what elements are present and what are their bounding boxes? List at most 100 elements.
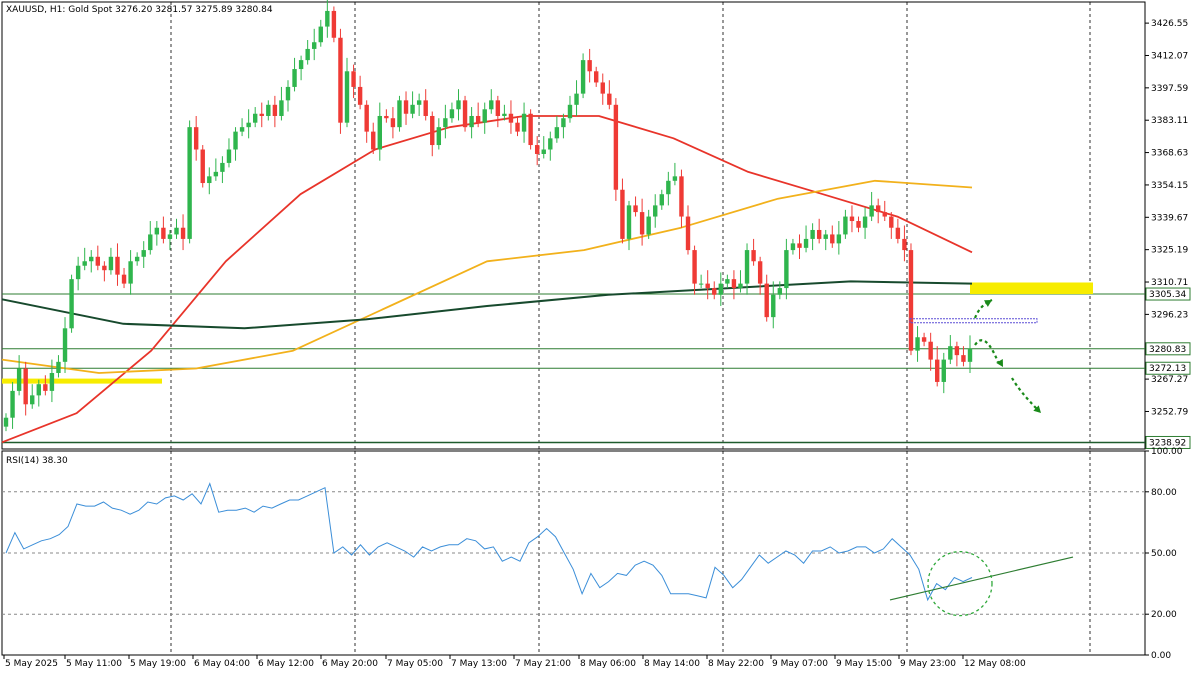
price-tick-label: 3397.59 bbox=[1151, 84, 1188, 94]
candle-body bbox=[371, 131, 376, 150]
candle-body bbox=[338, 37, 343, 123]
candle-body bbox=[816, 229, 822, 239]
candle-body bbox=[646, 216, 651, 235]
candle-body bbox=[167, 234, 173, 239]
candle-body bbox=[600, 82, 605, 94]
candle-body bbox=[193, 127, 199, 150]
candle-body bbox=[554, 127, 560, 139]
candle-body bbox=[69, 279, 74, 329]
candle-body bbox=[626, 205, 632, 239]
candle-body bbox=[843, 216, 848, 235]
candle-body bbox=[475, 115, 481, 123]
candle-body bbox=[561, 118, 566, 128]
candle-body bbox=[449, 109, 455, 119]
price-tick-label: 3368.63 bbox=[1151, 149, 1188, 159]
candle-body bbox=[738, 283, 743, 289]
price-chart[interactable]: XAUUSD, H1: Gold Spot 3276.20 3281.57 32… bbox=[0, 0, 1200, 675]
rsi-trendline bbox=[889, 556, 1074, 601]
candle-body bbox=[397, 100, 402, 128]
candle-body bbox=[548, 138, 553, 150]
rsi-indicator: 100.00 80.00 50.00 20.00 0.00 bbox=[2, 447, 1183, 661]
candle-body bbox=[82, 261, 87, 266]
candle-body bbox=[653, 205, 658, 217]
candle-body bbox=[102, 265, 107, 271]
candle-body bbox=[312, 42, 317, 49]
candle-body bbox=[30, 395, 35, 405]
candle-body bbox=[515, 122, 520, 132]
candle-body bbox=[298, 60, 304, 70]
candle-body bbox=[423, 100, 428, 116]
candle-body bbox=[744, 250, 750, 284]
candle-body bbox=[895, 227, 901, 239]
candle-body bbox=[154, 227, 160, 235]
candle-body bbox=[594, 71, 599, 83]
moving-averages bbox=[1, 115, 973, 444]
price-tick-label: 3339.67 bbox=[1151, 213, 1188, 223]
candle-body bbox=[364, 104, 369, 132]
candle-body bbox=[259, 113, 264, 116]
candle-body bbox=[731, 279, 737, 289]
candle-body bbox=[489, 100, 494, 110]
rsi-tick-label: 20.00 bbox=[1151, 610, 1177, 620]
price-axis: 3426.55 3412.07 3397.59 3383.11 3368.63 3354.… bbox=[1145, 19, 1188, 450]
candle-body bbox=[357, 86, 363, 105]
candle-body bbox=[692, 250, 697, 284]
candle-body bbox=[921, 337, 927, 342]
price-tick-label: 3383.11 bbox=[1151, 116, 1188, 126]
candle-body bbox=[233, 131, 238, 150]
candle-body bbox=[443, 118, 448, 128]
candle-body bbox=[685, 216, 691, 251]
candle-body bbox=[95, 256, 101, 266]
candle-body bbox=[200, 149, 205, 184]
price-tick-label: 3426.55 bbox=[1151, 19, 1188, 29]
candle-body bbox=[56, 361, 61, 374]
candle-body bbox=[331, 10, 337, 38]
candle-body bbox=[180, 227, 186, 239]
candle-body bbox=[36, 384, 41, 396]
candle-body bbox=[521, 113, 527, 132]
candle-body bbox=[279, 100, 284, 116]
candle-body bbox=[823, 234, 828, 239]
candle-body bbox=[495, 100, 501, 116]
time-tick-label: 9 May 23:00 bbox=[900, 659, 956, 669]
price-tick-label: 3325.19 bbox=[1151, 246, 1188, 256]
candle-body bbox=[902, 238, 907, 251]
candle-body bbox=[889, 216, 894, 228]
candle-body bbox=[948, 346, 953, 360]
price-level-lines bbox=[2, 293, 1145, 444]
candle-body bbox=[875, 205, 881, 213]
candle-body bbox=[305, 48, 310, 61]
candle-body bbox=[620, 189, 625, 239]
candle-body bbox=[574, 93, 579, 105]
candle-body bbox=[803, 238, 809, 248]
time-tick-label: 8 May 22:00 bbox=[708, 659, 764, 669]
candle-body bbox=[639, 212, 645, 235]
candle-body bbox=[174, 227, 179, 235]
candle-body bbox=[23, 368, 28, 405]
time-tick-label: 5 May 2025 bbox=[5, 659, 58, 669]
candle-body bbox=[659, 194, 664, 206]
candle-body bbox=[935, 359, 940, 382]
candle-body bbox=[856, 221, 861, 228]
candle-body bbox=[587, 60, 592, 72]
candle-body bbox=[344, 71, 350, 123]
candle-body bbox=[220, 162, 225, 172]
forecast-arrow-head bbox=[996, 359, 1003, 367]
time-tick-label: 9 May 07:00 bbox=[772, 659, 828, 669]
candle-body bbox=[508, 113, 514, 123]
candle-body bbox=[252, 113, 258, 123]
chart-header: XAUUSD, H1: Gold Spot 3276.20 3281.57 32… bbox=[6, 5, 273, 15]
candle-body bbox=[416, 100, 422, 105]
ma-red-line bbox=[1, 115, 973, 444]
candle-body bbox=[580, 60, 586, 94]
time-axis: 5 May 2025 5 May 11:00 5 May 19:00 6 May 04… bbox=[3, 655, 1026, 669]
candle-body bbox=[148, 234, 153, 251]
price-tick-label: 3267.27 bbox=[1151, 375, 1188, 385]
price-level-tag: 3280.83 bbox=[1149, 345, 1186, 355]
candle-body bbox=[49, 373, 55, 391]
candle-body bbox=[534, 145, 540, 154]
ma-orange-line bbox=[1, 179, 973, 374]
rsi-tick-label: 0.00 bbox=[1151, 651, 1171, 661]
candle-body bbox=[226, 149, 232, 163]
candle-body bbox=[718, 283, 724, 295]
